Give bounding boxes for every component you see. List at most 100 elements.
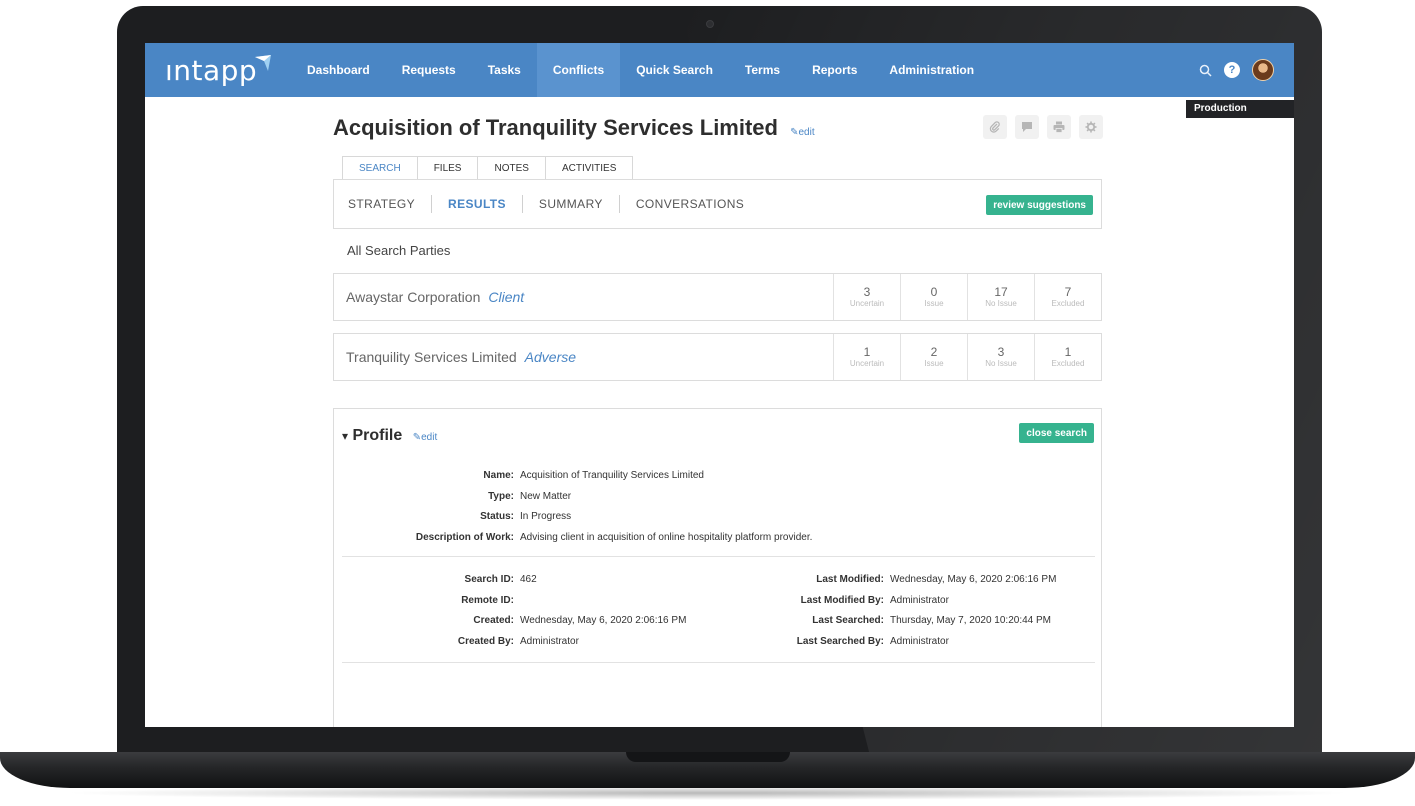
stat-count: 3 (863, 284, 871, 299)
stat-no-issue[interactable]: 17 No Issue (967, 274, 1034, 320)
last-searched-row: Last Searched: Thursday, May 7, 2020 10:… (734, 615, 1051, 626)
profile-edit-link[interactable]: ✎edit (413, 432, 438, 443)
last-modified-by-row: Last Modified By: Administrator (734, 595, 949, 606)
field-label: Search ID: (464, 574, 514, 585)
party-name-text: Tranquility Services Limited (346, 349, 517, 365)
subnav-conversations[interactable]: CONVERSATIONS (620, 197, 760, 211)
nav-requests[interactable]: Requests (386, 43, 472, 97)
review-suggestions-button[interactable]: review suggestions (986, 195, 1093, 215)
comment-icon[interactable] (1015, 115, 1039, 139)
field-label: Last Modified By: (800, 595, 884, 606)
profile-title-text: Profile (352, 427, 403, 444)
stat-uncertain[interactable]: 1 Uncertain (833, 334, 900, 380)
search-subnav-panel: STRATEGY RESULTS SUMMARY CONVERSATIONS r… (333, 179, 1102, 229)
subnav-summary[interactable]: SUMMARY (523, 197, 619, 211)
field-value: Thursday, May 7, 2020 10:20:44 PM (890, 615, 1052, 626)
field-value: Acquisition of Tranquility Services Limi… (520, 470, 704, 481)
profile-name-row: Name: Acquisition of Tranquility Service… (334, 470, 704, 481)
stat-count: 7 (1064, 284, 1072, 299)
stat-uncertain[interactable]: 3 Uncertain (833, 274, 900, 320)
app-screen: ıntapp Dashboard Requests Tasks Conflict… (145, 43, 1294, 727)
tab-notes[interactable]: NOTES (478, 156, 546, 180)
party-role: Client (488, 289, 525, 305)
stat-label: Excluded (1051, 358, 1085, 368)
tab-search[interactable]: SEARCH (342, 156, 418, 180)
stat-label: No Issue (985, 358, 1017, 368)
nav-administration[interactable]: Administration (873, 43, 990, 97)
nav-tasks[interactable]: Tasks (472, 43, 537, 97)
field-label: Description of Work: (415, 532, 514, 543)
party-row[interactable]: Awaystar Corporation Client 3 Uncertain 0… (333, 273, 1102, 321)
party-name: Tranquility Services Limited Adverse (346, 349, 576, 365)
nav-quick-search[interactable]: Quick Search (620, 43, 729, 97)
subnav-results[interactable]: RESULTS (432, 197, 522, 211)
title-edit-label: edit (798, 127, 815, 138)
profile-divider (342, 662, 1095, 663)
remote-id-row: Remote ID: (334, 595, 520, 606)
field-label: Last Modified: (816, 574, 884, 585)
matter-toolbar (983, 115, 1103, 139)
field-label: Created: (473, 615, 514, 626)
profile-type-row: Type: New Matter (334, 491, 571, 502)
title-edit-link[interactable]: ✎edit (790, 127, 815, 138)
stat-no-issue[interactable]: 3 No Issue (967, 334, 1034, 380)
party-row[interactable]: Tranquility Services Limited Adverse 1 Un… (333, 333, 1102, 381)
logo-text: ıntapp (165, 53, 258, 87)
search-parties-heading: All Search Parties (347, 243, 451, 258)
field-value: Administrator (520, 636, 579, 647)
subnav-strategy[interactable]: STRATEGY (348, 197, 431, 211)
logo-mark-icon (255, 55, 272, 71)
laptop-shadow (60, 786, 1355, 800)
stat-count: 1 (863, 344, 871, 359)
last-searched-by-row: Last Searched By: Administrator (734, 636, 949, 647)
last-modified-row: Last Modified: Wednesday, May 6, 2020 2:… (734, 574, 1056, 585)
stat-excluded[interactable]: 7 Excluded (1034, 274, 1101, 320)
avatar[interactable] (1252, 59, 1274, 81)
field-value: Wednesday, May 6, 2020 2:06:16 PM (890, 574, 1057, 585)
field-label: Last Searched By: (796, 636, 884, 647)
close-search-button[interactable]: close search (1019, 423, 1094, 443)
nav-terms[interactable]: Terms (729, 43, 796, 97)
field-label: Created By: (457, 636, 514, 647)
search-id-row: Search ID: 462 (334, 574, 537, 585)
tab-files[interactable]: FILES (417, 156, 479, 180)
profile-description-row: Description of Work: Advising client in … (334, 532, 813, 543)
stat-label: No Issue (985, 298, 1017, 308)
top-navbar: ıntapp Dashboard Requests Tasks Conflict… (145, 43, 1294, 97)
stat-issue[interactable]: 2 Issue (900, 334, 967, 380)
stat-issue[interactable]: 0 Issue (900, 274, 967, 320)
collapse-toggle-icon[interactable]: ▾ (342, 429, 348, 443)
matter-title-text: Acquisition of Tranquility Services Limi… (333, 115, 778, 140)
field-value: Advising client in acquisition of online… (520, 532, 813, 543)
profile-heading: ▾ Profile ✎edit (342, 427, 437, 445)
stat-label: Issue (924, 358, 944, 368)
field-value: Administrator (890, 636, 949, 647)
stat-count: 0 (930, 284, 938, 299)
party-name-text: Awaystar Corporation (346, 289, 481, 305)
field-label: Type: (488, 491, 514, 502)
field-label: Name: (483, 470, 514, 481)
tab-activities[interactable]: ACTIVITIES (545, 156, 634, 180)
party-stats: 1 Uncertain 2 Issue 3 No Issue 1 Exclude… (833, 334, 1101, 380)
print-icon[interactable] (1047, 115, 1071, 139)
nav-dashboard[interactable]: Dashboard (291, 43, 386, 97)
main-content: Acquisition of Tranquility Services Limi… (145, 97, 1294, 727)
stat-label: Uncertain (849, 358, 885, 368)
nav-reports[interactable]: Reports (796, 43, 873, 97)
field-label: Last Searched: (812, 615, 884, 626)
help-icon[interactable]: ? (1224, 62, 1240, 78)
paperclip-icon[interactable] (983, 115, 1007, 139)
stat-label: Excluded (1051, 298, 1085, 308)
created-by-row: Created By: Administrator (334, 636, 579, 647)
party-role: Adverse (524, 349, 577, 365)
field-value: 462 (520, 574, 537, 585)
search-icon[interactable] (1199, 64, 1212, 77)
main-nav: Dashboard Requests Tasks Conflicts Quick… (291, 43, 990, 97)
intapp-logo[interactable]: ıntapp (165, 49, 272, 91)
nav-conflicts[interactable]: Conflicts (536, 43, 621, 97)
gear-icon[interactable] (1079, 115, 1103, 139)
stat-count: 2 (930, 344, 938, 359)
profile-divider (342, 556, 1095, 557)
camera (706, 20, 714, 28)
stat-excluded[interactable]: 1 Excluded (1034, 334, 1101, 380)
